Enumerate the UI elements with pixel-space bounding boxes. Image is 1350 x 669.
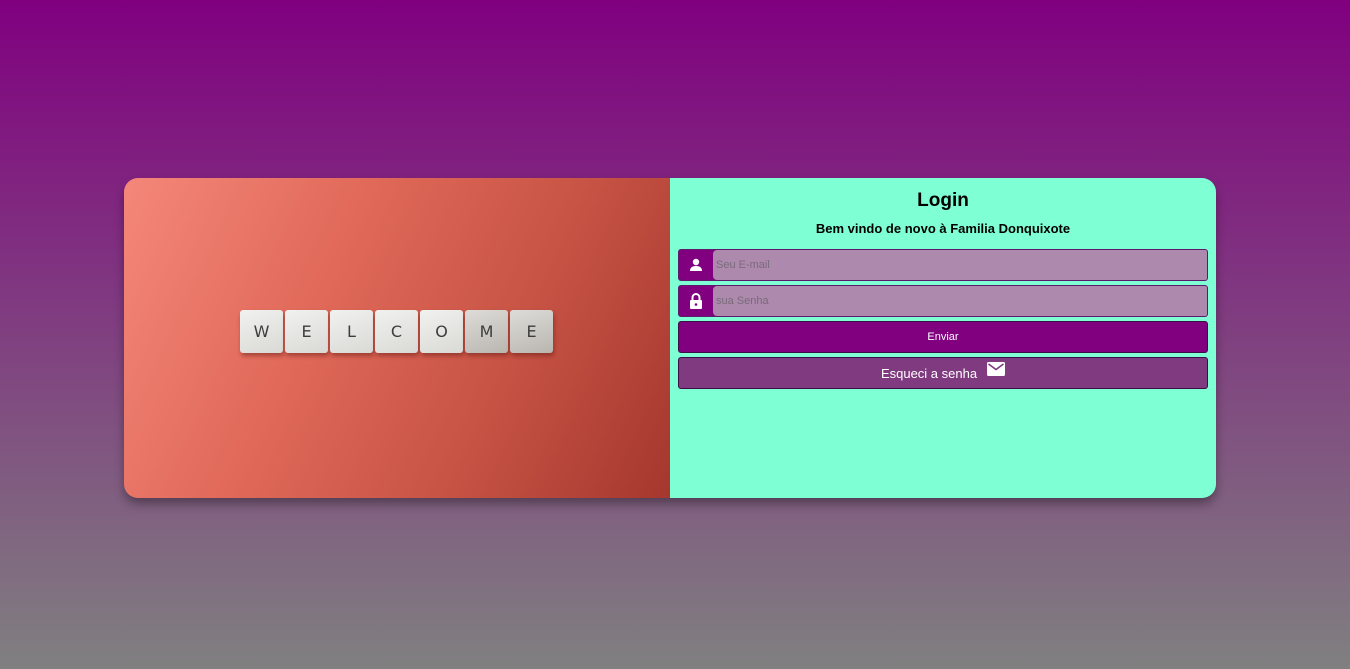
welcome-subtitle: Bem vindo de novo à Familia Donquixote [815,221,1071,236]
forgot-password-button[interactable]: Esqueci a senha [678,357,1208,389]
submit-button-label: Enviar [927,331,959,343]
email-field-group [678,249,1208,281]
password-field-group [678,285,1208,317]
letter-tile: M [465,310,508,353]
login-form: Login Bem vindo de novo à Familia Donqui… [670,178,1216,498]
password-field[interactable] [713,286,1207,316]
email-field[interactable] [713,250,1207,280]
letter-tile: L [330,310,373,353]
letter-tile: C [375,310,418,353]
letter-tile: W [240,310,283,353]
lock-icon [679,286,713,316]
welcome-photo: W E L C O M E [124,178,670,498]
login-card: W E L C O M E Login Bem vindo de novo à … [124,178,1216,498]
letter-tile: O [420,310,463,353]
page-title: Login [917,190,969,211]
form-fields: Enviar Esqueci a senha [678,249,1208,389]
letter-tile: E [285,310,328,353]
forgot-password-label: Esqueci a senha [880,365,978,381]
user-icon [679,250,713,280]
letter-tile: E [510,310,553,353]
welcome-tiles: W E L C O M E [240,310,553,353]
mail-icon [987,361,1006,379]
submit-button[interactable]: Enviar [678,321,1208,353]
